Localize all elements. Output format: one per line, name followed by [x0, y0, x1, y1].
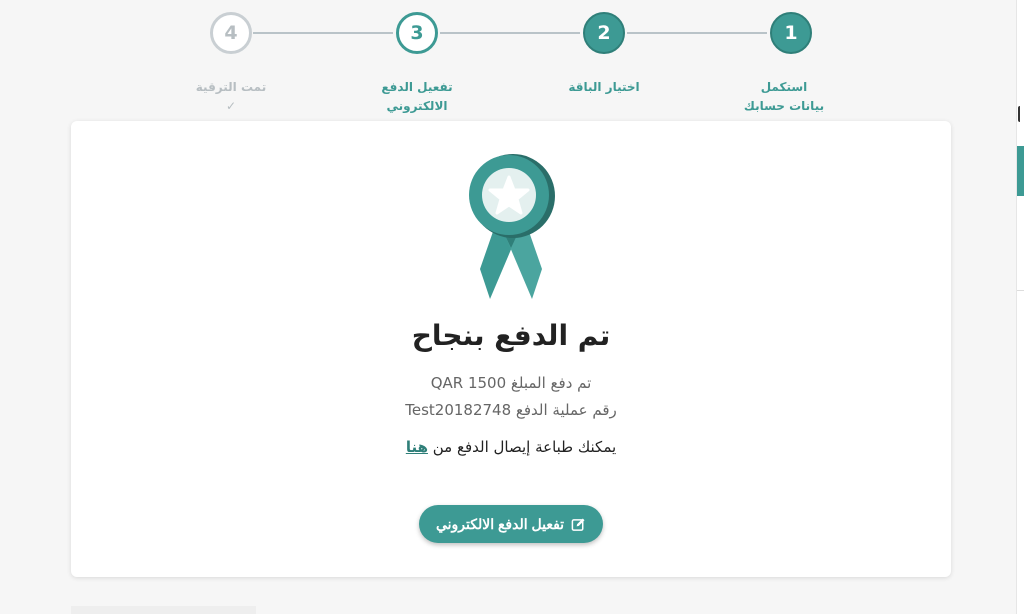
step-2-label-line1: اختيار الباقة: [568, 80, 640, 94]
award-ribbon-icon: [469, 154, 555, 299]
step-1-label-line2: بيانات حسابك: [743, 99, 825, 113]
step-3-label: تفعيل الدفع الالكتروني: [347, 78, 487, 116]
activate-e-payment-label: تفعيل الدفع الالكتروني: [435, 515, 565, 532]
print-receipt-link[interactable]: هنا: [406, 438, 428, 456]
bottom-strip: [71, 606, 256, 614]
step-3-circle: 3: [396, 12, 438, 54]
paid-amount-text: تم دفع المبلغ QAR 1500: [430, 374, 592, 392]
success-title: تم الدفع بنجاح: [411, 319, 611, 352]
transaction-reference-text: رقم عملية الدفع Test20182748: [405, 401, 617, 419]
step-connector: [627, 32, 767, 34]
edit-icon: [571, 517, 586, 532]
edge-teal-tab[interactable]: [1017, 146, 1024, 196]
activate-e-payment-button[interactable]: تفعيل الدفع الالكتروني: [419, 505, 603, 543]
check-icon: ✓: [225, 99, 237, 113]
step-2-circle: 2: [583, 12, 625, 54]
print-receipt-text: يمكنك طباعة إيصال الدفع من: [432, 438, 617, 456]
step-2-label: اختيار الباقة: [534, 78, 674, 97]
payment-success-card: تم الدفع بنجاح تم دفع المبلغ QAR 1500 رق…: [71, 121, 951, 577]
step-1-label-line1: استكمل: [760, 80, 808, 94]
step-1-label: استكمل بيانات حسابك: [714, 78, 854, 116]
right-edge-panel: [1016, 0, 1024, 614]
step-4-label: تمت الترقية ✓: [161, 78, 301, 116]
edge-divider: [1017, 290, 1024, 291]
step-3-label-line1: تفعيل الدفع: [381, 80, 453, 94]
print-receipt-line: يمكنك طباعة إيصال الدفع من هنا: [71, 438, 951, 456]
step-connector: [253, 32, 393, 34]
edge-fragment: [1018, 106, 1024, 122]
progress-stepper: 4 3 2 1 تمت الترقية ✓ تفعيل الدفع الالكت…: [0, 0, 1016, 120]
step-3-label-line2: الالكتروني: [386, 99, 448, 113]
step-4-label-line1: تمت الترقية: [195, 80, 267, 94]
step-4-circle: 4: [210, 12, 252, 54]
step-connector: [440, 32, 580, 34]
step-1-circle: 1: [770, 12, 812, 54]
